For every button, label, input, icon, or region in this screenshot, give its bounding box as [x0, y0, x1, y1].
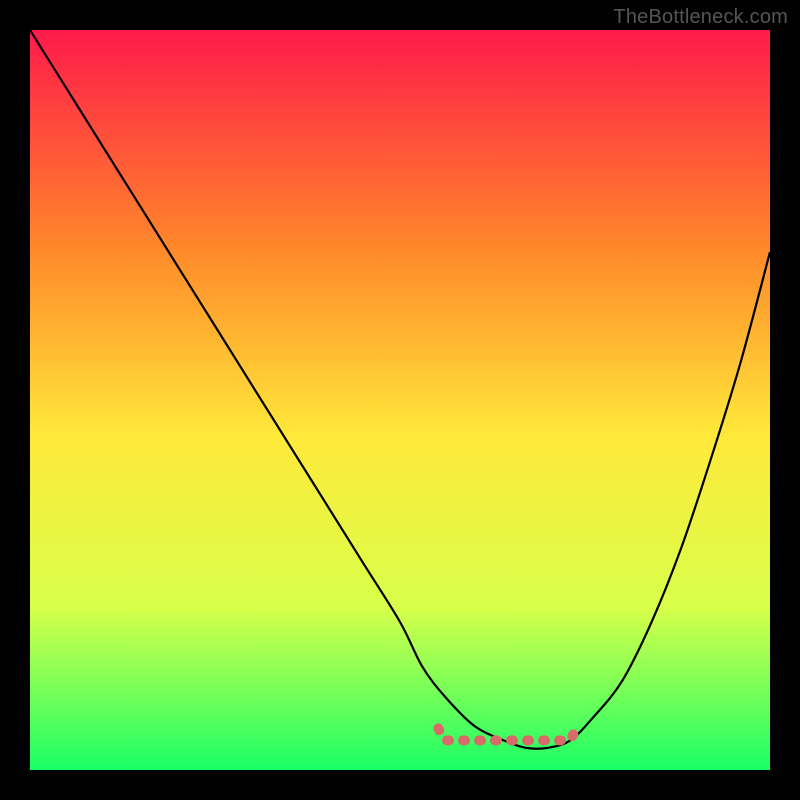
- chart-plot-area: [30, 30, 770, 770]
- chart-frame: TheBottleneck.com: [0, 0, 800, 800]
- watermark-text: TheBottleneck.com: [613, 6, 788, 29]
- gradient-background: [30, 30, 770, 770]
- chart-svg: [30, 30, 770, 770]
